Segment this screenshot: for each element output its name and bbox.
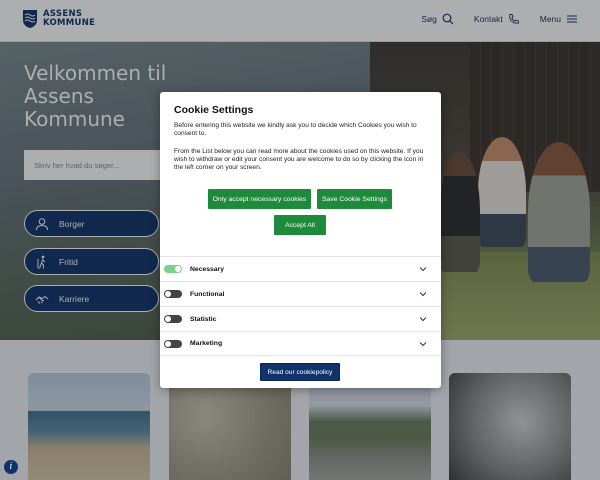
chevron-down-icon[interactable] <box>419 340 427 348</box>
cookie-row-label: Statistic <box>190 315 217 323</box>
functional-toggle[interactable] <box>164 290 182 298</box>
cookie-dialog-title: Cookie Settings <box>174 104 254 116</box>
marketing-toggle[interactable] <box>164 339 182 348</box>
cookie-row-marketing[interactable]: Marketing <box>160 331 441 356</box>
read-cookie-policy-button[interactable]: Read our cookiepolicy <box>260 363 340 381</box>
necessary-toggle[interactable] <box>164 265 182 273</box>
chevron-down-icon[interactable] <box>419 315 427 323</box>
chevron-down-icon[interactable] <box>419 265 427 273</box>
toggle-knob <box>165 291 171 297</box>
accept-all-button[interactable]: Accept All <box>274 215 326 235</box>
cookie-intro-text: Before entering this website we kindly a… <box>174 122 417 138</box>
cookie-row-label: Functional <box>190 290 225 298</box>
save-cookie-settings-button[interactable]: Save Cookie Settings <box>317 189 392 209</box>
chevron-down-icon[interactable] <box>419 290 427 298</box>
cookie-category-list: Necessary Functional Statistic Marketing <box>160 256 441 356</box>
cookie-row-label: Marketing <box>190 340 223 347</box>
cookie-row-functional[interactable]: Functional <box>160 281 441 306</box>
toggle-knob <box>165 340 171 347</box>
cookie-info-icon[interactable]: i <box>4 460 18 474</box>
accept-necessary-button[interactable]: Only accept necessary cookies <box>208 189 311 209</box>
statistic-toggle[interactable] <box>164 315 182 323</box>
toggle-knob <box>175 266 181 272</box>
toggle-knob <box>165 316 171 322</box>
cookie-row-statistic[interactable]: Statistic <box>160 306 441 331</box>
cookie-row-necessary[interactable]: Necessary <box>160 256 441 281</box>
cookie-row-label: Necessary <box>190 265 225 273</box>
cookie-settings-dialog: Cookie Settings Before entering this web… <box>160 92 441 388</box>
cookie-details-text: From the List below you can read more ab… <box>174 148 424 172</box>
